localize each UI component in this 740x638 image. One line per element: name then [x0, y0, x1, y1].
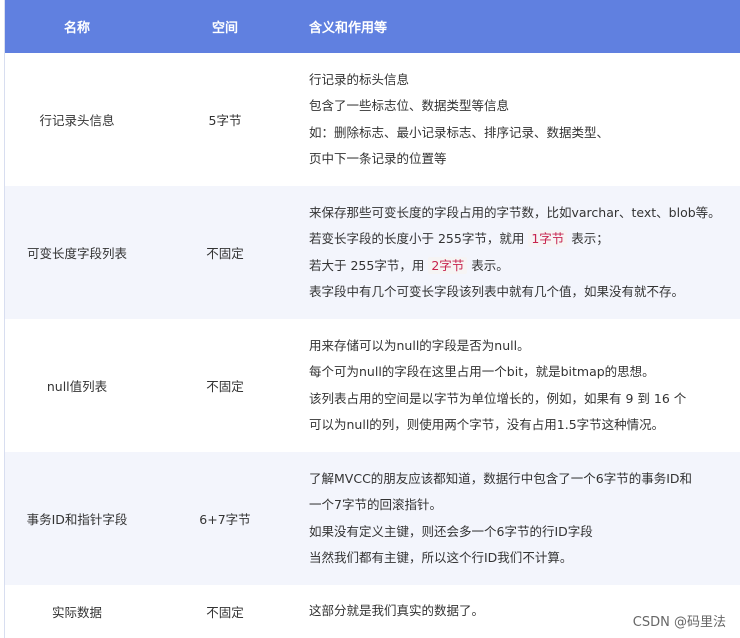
description-line: 该列表占用的空间是以字节为单位增长的，例如，如果有 9 到 16 个	[309, 386, 740, 413]
description-line: 行记录的标头信息	[309, 67, 740, 94]
text-segment: 表示。	[467, 257, 509, 273]
inline-code: 1字节	[528, 230, 568, 247]
text-segment: 页中下一条记录的位置等	[309, 151, 447, 166]
text-segment: 用来存储可以为null的字段是否为null。	[309, 337, 530, 353]
description-line: 若变长字段的长度小于 255字节，就用 1字节 表示；	[309, 226, 740, 253]
table-body: 行记录头信息 5字节 行记录的标头信息包含了一些标志位、数据类型等信息如：删除标志、…	[5, 53, 740, 638]
table-row: 可变长度字段列表 不固定 来保存那些可变长度的字段占用的字节数，比如varchar、…	[5, 186, 740, 319]
text-segment: 表字段中有几个可变长字段该列表中就有几个值，如果没有就不存。	[309, 284, 685, 299]
text-segment: 如果没有定义主键，则还会多一个6字节的行ID字段	[309, 523, 593, 539]
header-space: 空间	[211, 21, 238, 36]
table-row: null值列表 不固定 用来存储可以为null的字段是否为null。每个可为null…	[5, 319, 740, 452]
description-line: 如：删除标志、最小记录标志、排序记录、数据类型、	[309, 120, 740, 147]
text-segment: 表示；	[567, 231, 609, 246]
watermark: CSDN @码里法	[632, 615, 726, 630]
text-segment: 若大于 255字节，用	[309, 257, 429, 273]
description-line: 一个7字节的回滚指针。	[309, 492, 740, 519]
description-line: 页中下一条记录的位置等	[309, 146, 740, 173]
text-segment: 一个7字节的回滚指针。	[309, 497, 442, 512]
cell-name: null值列表	[46, 379, 108, 394]
description-line: 了解MVCC的朋友应该都知道，数据行中包含了一个6字节的事务ID和	[309, 466, 740, 493]
table-header: 名称 空间 含义和作用等	[5, 0, 740, 53]
text-segment: 若变长字段的长度小于 255字节，就用	[309, 231, 529, 246]
text-segment: 来保存那些可变长度的字段占用的字节数，比如varchar、text、blob等。	[309, 204, 721, 220]
description-line: 来保存那些可变长度的字段占用的字节数，比如varchar、text、blob等。	[309, 200, 740, 227]
header-name: 名称	[63, 21, 90, 36]
cell-name: 实际数据	[51, 605, 102, 620]
description-line: 可以为null的列，则使用两个字节，没有占用1.5字节这种情况。	[309, 412, 740, 439]
text-segment: 当然我们都有主键，所以这个行ID我们不计算。	[309, 550, 573, 565]
table-row: 事务ID和指针字段 6+7字节 了解MVCC的朋友应该都知道，数据行中包含了一个6字…	[5, 452, 740, 585]
table-row: 实际数据 不固定 这部分就是我们真实的数据了。	[5, 585, 740, 638]
cell-space: 不固定	[206, 379, 244, 394]
cell-name: 行记录头信息	[39, 113, 115, 128]
description-line: 包含了一些标志位、数据类型等信息	[309, 93, 740, 120]
cell-name: 可变长度字段列表	[26, 246, 127, 261]
cell-name: 事务ID和指针字段	[26, 512, 128, 527]
cell-description: 来保存那些可变长度的字段占用的字节数，比如varchar、text、blob等。…	[301, 200, 740, 306]
text-segment: 这部分就是我们真实的数据了。	[309, 603, 485, 619]
cell-description: 用来存储可以为null的字段是否为null。每个可为null的字段在这里占用一个…	[301, 333, 740, 439]
description-line: 当然我们都有主键，所以这个行ID我们不计算。	[309, 545, 740, 572]
description-line: 用来存储可以为null的字段是否为null。	[309, 333, 740, 360]
text-segment: 如：删除标志、最小记录标志、排序记录、数据类型、	[309, 124, 610, 140]
inline-code: 2字节	[428, 256, 468, 274]
description-line: 表字段中有几个可变长字段该列表中就有几个值，如果没有就不存。	[309, 279, 740, 306]
text-segment: 该列表占用的空间是以字节为单位增长的，例如，如果有 9 到 16 个	[309, 390, 687, 406]
cell-description: 行记录的标头信息包含了一些标志位、数据类型等信息如：删除标志、最小记录标志、排序…	[301, 67, 740, 173]
header-description: 含义和作用等	[309, 21, 388, 36]
text-segment: 行记录的标头信息	[309, 71, 410, 87]
table-row: 行记录头信息 5字节 行记录的标头信息包含了一些标志位、数据类型等信息如：删除标志、…	[5, 53, 740, 186]
description-line: 每个可为null的字段在这里占用一个bit，就是bitmap的思想。	[309, 359, 740, 386]
row-format-table: 名称 空间 含义和作用等 行记录头信息 5字节 行记录的标头信息包含了一些标志位、数…	[4, 0, 740, 638]
description-line: 如果没有定义主键，则还会多一个6字节的行ID字段	[309, 519, 740, 546]
cell-space: 5字节	[208, 113, 242, 128]
cell-description: 了解MVCC的朋友应该都知道，数据行中包含了一个6字节的事务ID和 一个7字节的回…	[301, 466, 740, 572]
text-segment: 每个可为null的字段在这里占用一个bit，就是bitmap的思想。	[309, 364, 655, 379]
text-segment: 了解MVCC的朋友应该都知道，数据行中包含了一个6字节的事务ID和	[309, 470, 693, 486]
cell-space: 不固定	[206, 246, 244, 261]
cell-space: 不固定	[206, 605, 244, 620]
description-line: 若大于 255字节，用 2字节 表示。	[309, 253, 740, 280]
text-segment: 可以为null的列，则使用两个字节，没有占用1.5字节这种情况。	[309, 417, 665, 432]
text-segment: 包含了一些标志位、数据类型等信息	[309, 98, 510, 113]
cell-space: 6+7字节	[199, 512, 251, 527]
